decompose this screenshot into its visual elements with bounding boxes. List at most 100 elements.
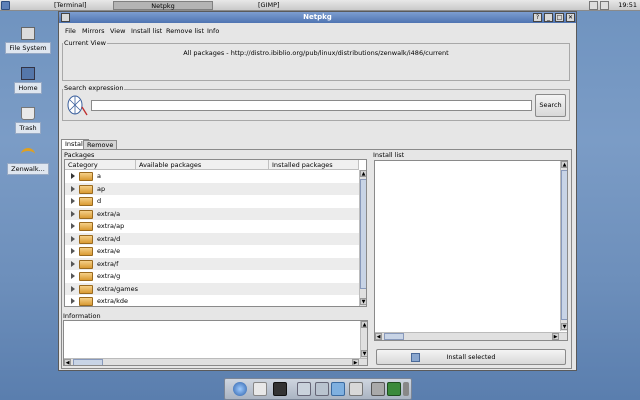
package-row[interactable]: extra/games [65, 282, 366, 295]
menu-view[interactable]: View [110, 26, 125, 36]
package-row[interactable]: d [65, 195, 366, 208]
task-gimp[interactable]: [GIMP] [254, 1, 284, 10]
current-view-label: Current View [63, 39, 107, 47]
window-menu-icon[interactable] [61, 13, 70, 22]
info-hscroll[interactable]: ◀ ▶ [64, 358, 367, 365]
search-input[interactable] [91, 100, 532, 111]
menu-icon[interactable] [1, 1, 10, 10]
desktop-icon-home[interactable]: Home [3, 67, 53, 94]
package-row[interactable]: extra/e [65, 245, 366, 258]
column-category[interactable]: Category [65, 160, 136, 170]
zenwalk-icon [21, 148, 35, 161]
package-row[interactable]: extra/f [65, 257, 366, 270]
scroll-thumb[interactable] [360, 179, 366, 289]
mail-icon[interactable] [253, 382, 267, 396]
network-icon[interactable] [589, 1, 598, 10]
expander-arrow-icon[interactable] [71, 198, 75, 204]
menu-mirrors[interactable]: Mirrors [82, 26, 105, 36]
package-row[interactable]: extra/g [65, 270, 366, 283]
current-view-url: All packages - http://distro.ibiblio.org… [183, 49, 449, 57]
package-row[interactable]: extra/kde [65, 295, 366, 306]
menu-install-list[interactable]: Install list [131, 26, 162, 36]
expander-arrow-icon[interactable] [71, 173, 75, 179]
package-tree[interactable]: Category Available packages Installed pa… [64, 159, 367, 307]
top-taskbar: [Terminal] Netpkg [GIMP] 19:51 [0, 0, 640, 11]
package-category-label: extra/kde [97, 297, 129, 305]
maximize-button[interactable]: □ [555, 13, 564, 22]
scroll-right-arrow[interactable]: ▶ [352, 359, 359, 365]
desktop-icon-file-system[interactable]: File System [3, 27, 53, 54]
expander-arrow-icon[interactable] [71, 285, 75, 292]
install-list-pane[interactable]: ▲ ▼ ◀ ▶ [374, 160, 568, 341]
search-button[interactable]: Search [535, 94, 566, 117]
info-vscroll[interactable]: ▲ ▼ [360, 321, 367, 358]
close-button[interactable]: ✕ [566, 13, 575, 22]
expander-arrow-icon[interactable] [71, 185, 75, 192]
package-folder-icon [79, 197, 93, 206]
scroll-down-arrow[interactable]: ▼ [360, 298, 366, 305]
browser-icon[interactable] [233, 382, 247, 396]
package-folder-icon [79, 234, 93, 244]
package-category-label: extra/f [97, 259, 119, 268]
package-row[interactable]: ap [65, 182, 366, 195]
scroll-up-arrow[interactable]: ▲ [361, 321, 367, 328]
scroll-up-arrow[interactable]: ▲ [360, 170, 366, 177]
menu-info[interactable]: Info [207, 26, 219, 36]
terminal-icon[interactable] [297, 382, 311, 396]
expander-arrow-icon[interactable] [71, 210, 75, 217]
information-pane[interactable]: ▲ ▼ ◀ ▶ [63, 320, 368, 366]
column-available[interactable]: Available packages [136, 160, 269, 170]
package-row[interactable]: extra/ap [65, 220, 366, 233]
disk-icon[interactable] [349, 382, 363, 396]
package-vscroll[interactable]: ▲ ▼ [359, 170, 366, 306]
netpkg-window: Netpkg ? _ □ ✕ File Mirrors View Install… [58, 11, 577, 371]
package-category-label: extra/ap [97, 222, 125, 230]
search-label: Search expression [63, 84, 125, 92]
desktop-icon-trash[interactable]: Trash [3, 107, 53, 134]
scroll-thumb[interactable] [561, 170, 567, 320]
task-netpkg[interactable]: Netpkg [113, 1, 213, 10]
menu-file[interactable]: File [65, 26, 76, 36]
expander-arrow-icon[interactable] [71, 298, 75, 304]
update-icon[interactable] [387, 382, 401, 396]
column-installed[interactable]: Installed packages [269, 160, 359, 170]
help-button[interactable]: ? [533, 13, 542, 22]
printer-icon[interactable] [371, 382, 385, 396]
install-hscroll[interactable]: ◀ ▶ [375, 332, 567, 340]
expander-arrow-icon[interactable] [71, 223, 75, 229]
scroll-left-arrow[interactable]: ◀ [64, 359, 71, 365]
minimize-button[interactable]: _ [544, 13, 553, 22]
package-folder-icon [79, 284, 93, 294]
expander-arrow-icon[interactable] [71, 260, 75, 267]
expander-arrow-icon[interactable] [71, 248, 75, 254]
search-icon[interactable] [331, 382, 345, 396]
scroll-down-arrow[interactable]: ▼ [361, 350, 367, 357]
package-row[interactable]: extra/d [65, 232, 366, 245]
settings-icon[interactable] [315, 382, 329, 396]
package-folder-icon [79, 209, 93, 219]
scroll-down-arrow[interactable]: ▼ [561, 323, 567, 330]
install-vscroll[interactable]: ▲ ▼ [560, 161, 567, 331]
expander-arrow-icon[interactable] [71, 273, 75, 279]
menu-remove-list[interactable]: Remove list [166, 26, 204, 36]
package-folder-icon [79, 184, 93, 194]
task-netpkg-label: Netpkg [151, 2, 175, 10]
scroll-left-arrow[interactable]: ◀ [375, 333, 382, 340]
window-titlebar[interactable]: Netpkg [59, 12, 576, 23]
volume-icon[interactable] [600, 1, 609, 10]
media-icon[interactable] [273, 382, 287, 396]
package-folder-icon [79, 297, 93, 306]
install-selected-button[interactable]: Install selected [376, 349, 566, 365]
scroll-right-arrow[interactable]: ▶ [552, 333, 559, 340]
package-row[interactable]: extra/a [65, 207, 366, 220]
menubar: File Mirrors View Install list Remove li… [59, 24, 576, 36]
dock-handle-icon[interactable] [403, 382, 409, 396]
hscroll-thumb[interactable] [73, 359, 103, 365]
expander-arrow-icon[interactable] [71, 235, 75, 242]
scroll-up-arrow[interactable]: ▲ [561, 161, 567, 168]
desktop-icon-zenwalk[interactable]: Zenwalk... [3, 148, 53, 175]
hscroll-thumb[interactable] [384, 333, 404, 340]
package-row[interactable]: a [65, 170, 366, 183]
task-terminal[interactable]: [Terminal] [50, 1, 91, 10]
netpkg-logo-icon [66, 95, 88, 117]
